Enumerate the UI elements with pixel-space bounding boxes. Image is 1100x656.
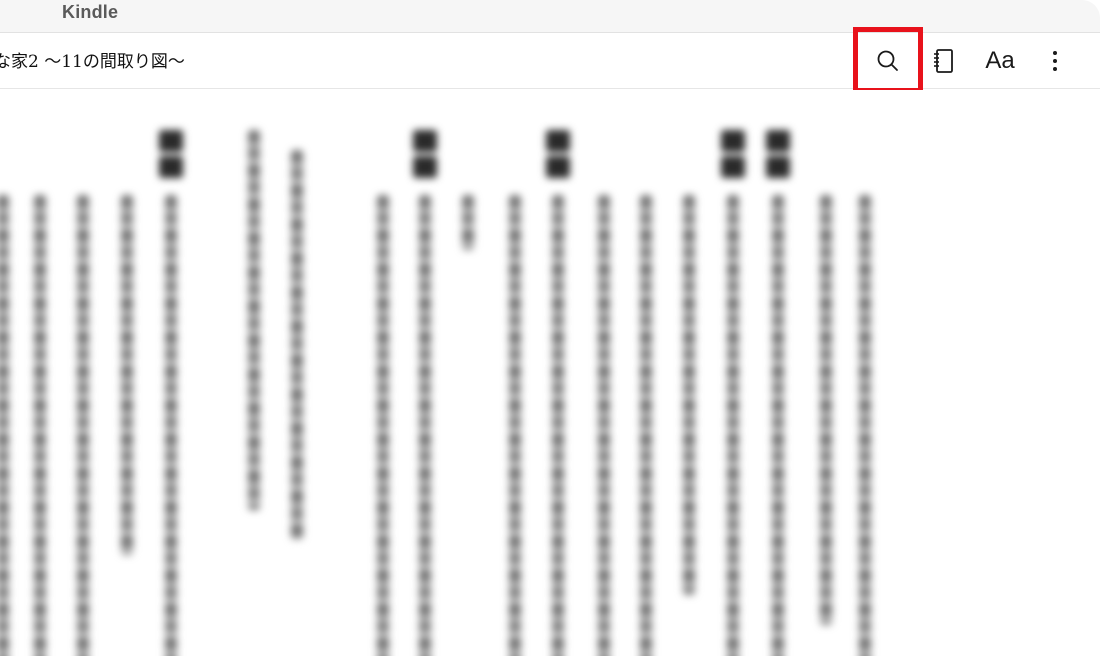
title-bar: Kindle xyxy=(0,0,1100,33)
search-icon xyxy=(877,50,898,71)
reader-toolbar: な家2 〜11の間取り図〜 Aa xyxy=(0,33,1100,89)
blurred-vertical-text xyxy=(0,90,1100,656)
book-page[interactable] xyxy=(0,90,1100,656)
font-settings-label: Aa xyxy=(985,47,1015,74)
search-button[interactable] xyxy=(857,33,919,89)
kindle-window: Kindle な家2 〜11の間取り図〜 Aa xyxy=(0,0,1100,656)
more-options-button[interactable] xyxy=(1035,33,1075,89)
book-title: な家2 〜11の間取り図〜 xyxy=(0,52,185,72)
more-vertical-icon xyxy=(1053,51,1057,71)
notebook-icon xyxy=(934,49,953,73)
font-settings-button[interactable]: Aa xyxy=(978,33,1022,89)
notebook-button[interactable] xyxy=(922,33,966,89)
app-name: Kindle xyxy=(62,2,119,22)
